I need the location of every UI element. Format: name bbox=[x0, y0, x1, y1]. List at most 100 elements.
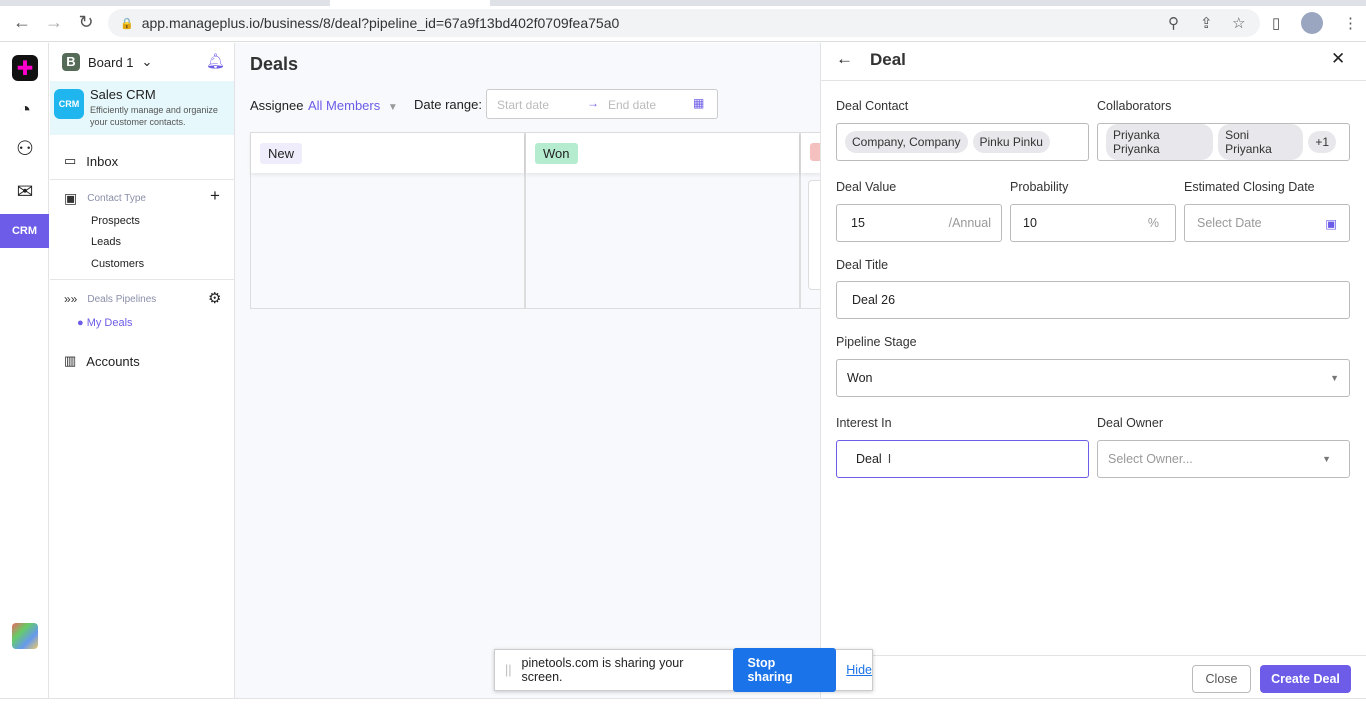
close-icon[interactable]: ✕ bbox=[1331, 49, 1345, 69]
divider bbox=[821, 655, 1366, 656]
sidebar-item-inbox[interactable]: ▭ Inbox bbox=[64, 153, 118, 169]
deal-title-input[interactable]: Deal 26 bbox=[836, 281, 1350, 319]
probability-input[interactable]: 10% bbox=[1010, 204, 1176, 242]
divider bbox=[50, 179, 234, 180]
assignee-value: All Members bbox=[308, 98, 381, 113]
bottom-strip bbox=[0, 698, 1366, 726]
deals-pipelines-header: »» Deals Pipelines bbox=[64, 292, 156, 306]
sidepanel-icon[interactable]: ▯ bbox=[1272, 14, 1280, 32]
interest-in-label: Interest In bbox=[836, 416, 892, 430]
pipeline-stage-select[interactable]: Won ▼ bbox=[836, 359, 1350, 397]
sidebar-item-prospects[interactable]: Prospects bbox=[91, 215, 140, 227]
collaborators-field[interactable]: Priyanka Priyanka Soni Priyanka +1 bbox=[1097, 123, 1350, 161]
column-label: New bbox=[260, 143, 303, 164]
probability-suffix: % bbox=[1147, 216, 1159, 230]
gear-icon[interactable]: ⚙ bbox=[208, 289, 221, 307]
closing-date-placeholder: Select Date bbox=[1197, 216, 1262, 230]
deal-value: 15 bbox=[851, 216, 865, 230]
deal-contact-field[interactable]: Company, Company Pinku Pinku bbox=[836, 123, 1089, 161]
profile-avatar[interactable] bbox=[1301, 12, 1323, 34]
accounts-label: Accounts bbox=[86, 353, 140, 369]
interest-in-input[interactable]: Deal I bbox=[836, 440, 1089, 478]
text-cursor-icon: I bbox=[887, 452, 892, 466]
assignee-dropdown[interactable]: All Members ▼ bbox=[308, 98, 398, 113]
browser-toolbar: ← → ↻ 🔒 app.manageplus.io/business/8/deal… bbox=[0, 0, 1366, 42]
crm-icon[interactable]: CRM bbox=[0, 214, 49, 248]
probability-value: 10 bbox=[1023, 216, 1037, 230]
deals-pipelines-label: Deals Pipelines bbox=[87, 293, 157, 305]
deal-contact-label: Deal Contact bbox=[836, 99, 909, 113]
address-bar[interactable]: 🔒 app.manageplus.io/business/8/deal?pipel… bbox=[108, 9, 1260, 37]
arrow-right-icon: → bbox=[587, 96, 599, 110]
calendar-icon[interactable]: ▣ bbox=[1325, 216, 1337, 231]
app-rail: ✚ ◔ ⚇ ✉ CRM bbox=[0, 43, 49, 698]
date-range-picker[interactable]: Start date → End date ▦ bbox=[486, 89, 718, 119]
network-icon[interactable]: ⚇ bbox=[12, 135, 38, 161]
share-text: pinetools.com is sharing your screen. bbox=[521, 656, 684, 684]
column-label: Won bbox=[535, 143, 578, 164]
screen-share-bar: || pinetools.com is sharing your screen.… bbox=[494, 648, 873, 692]
start-date-input[interactable]: Start date bbox=[497, 98, 549, 112]
interest-in-value: Deal bbox=[856, 452, 882, 466]
board-selector[interactable]: B Board 1 ⌄ bbox=[62, 53, 152, 71]
collaborator-chip[interactable]: Priyanka Priyanka bbox=[1106, 124, 1214, 160]
back-arrow-icon[interactable]: ← bbox=[836, 49, 853, 69]
add-contact-type-icon[interactable]: + bbox=[210, 186, 220, 206]
menu-icon[interactable]: ⋮ bbox=[1343, 14, 1358, 32]
stop-sharing-button[interactable]: Stop sharing bbox=[733, 648, 837, 692]
deal-value-input[interactable]: 15/Annual bbox=[836, 204, 1002, 242]
collaborators-label: Collaborators bbox=[1097, 99, 1172, 113]
reload-icon[interactable]: ↻ bbox=[76, 12, 96, 33]
deal-owner-label: Deal Owner bbox=[1097, 416, 1163, 430]
contact-chip[interactable]: Pinku Pinku bbox=[972, 131, 1050, 153]
deal-owner-placeholder: Select Owner... bbox=[1108, 452, 1193, 466]
share-icon[interactable]: ⇪ bbox=[1200, 14, 1213, 32]
contact-type-label: Contact Type bbox=[87, 193, 146, 204]
deal-value-suffix: /Annual bbox=[948, 216, 991, 230]
contact-chip[interactable]: Company, Company bbox=[845, 131, 968, 153]
zoom-icon[interactable]: ⚲ bbox=[1168, 14, 1179, 32]
hide-button[interactable]: Hide bbox=[846, 663, 872, 677]
sidebar: B Board 1 ⌄ 🔔︎ CRM Sales CRM Efficiently m… bbox=[50, 43, 235, 698]
back-icon[interactable]: ← bbox=[12, 12, 32, 33]
deal-owner-select[interactable]: Select Owner... ▼ bbox=[1097, 440, 1350, 478]
close-button[interactable]: Close bbox=[1192, 665, 1251, 693]
divider bbox=[821, 80, 1366, 81]
closing-date-input[interactable]: Select Date ▣ bbox=[1184, 204, 1350, 242]
pipeline-stage-value: Won bbox=[847, 371, 873, 385]
collaborator-chip[interactable]: Soni Priyanka bbox=[1218, 124, 1304, 160]
caret-down-icon: ▼ bbox=[1330, 373, 1339, 383]
board-name: Board 1 bbox=[88, 54, 134, 70]
page-title: Deals bbox=[250, 54, 299, 74]
sidebar-item-customers[interactable]: Customers bbox=[91, 258, 144, 270]
dashboard-icon[interactable]: ◔ bbox=[12, 97, 38, 123]
workspace-avatar[interactable] bbox=[12, 623, 38, 649]
probability-label: Probability bbox=[1010, 180, 1069, 194]
column-new: New bbox=[250, 132, 525, 309]
deals-board: Deals Assignee All Members ▼ Date range:… bbox=[235, 43, 830, 698]
star-icon[interactable]: ☆ bbox=[1232, 14, 1245, 32]
chevron-down-icon: ⌄ bbox=[141, 54, 153, 69]
calendar-icon[interactable]: ▦ bbox=[693, 96, 704, 110]
caret-down-icon: ▼ bbox=[1322, 454, 1331, 464]
crm-app-card[interactable]: CRM Sales CRM Efficiently manage and org… bbox=[50, 81, 234, 135]
forward-icon[interactable]: → bbox=[44, 12, 64, 33]
sidebar-item-leads[interactable]: Leads bbox=[91, 236, 121, 248]
bell-icon[interactable]: 🔔︎ bbox=[206, 52, 225, 70]
assignee-label: Assignee bbox=[250, 98, 304, 113]
drag-handle-icon[interactable]: || bbox=[505, 663, 512, 677]
sidebar-item-accounts[interactable]: ▥ Accounts bbox=[64, 353, 140, 369]
building-icon: ▥ bbox=[64, 353, 77, 368]
create-deal-button[interactable]: Create Deal bbox=[1260, 665, 1351, 693]
app-title: Sales CRM bbox=[90, 87, 156, 102]
deal-title-value: Deal 26 bbox=[852, 293, 896, 307]
pipeline-icon: »» bbox=[64, 292, 78, 306]
more-collaborators-chip[interactable]: +1 bbox=[1308, 131, 1336, 153]
deal-value-label: Deal Value bbox=[836, 180, 897, 194]
end-date-input[interactable]: End date bbox=[608, 98, 656, 112]
pipeline-stage-label: Pipeline Stage bbox=[836, 335, 917, 349]
tab-strip bbox=[0, 0, 1366, 6]
sidebar-item-my-deals[interactable]: ● My Deals bbox=[77, 317, 133, 329]
mail-campaign-icon[interactable]: ✉ bbox=[12, 178, 38, 204]
app-logo-icon[interactable]: ✚ bbox=[12, 55, 38, 81]
